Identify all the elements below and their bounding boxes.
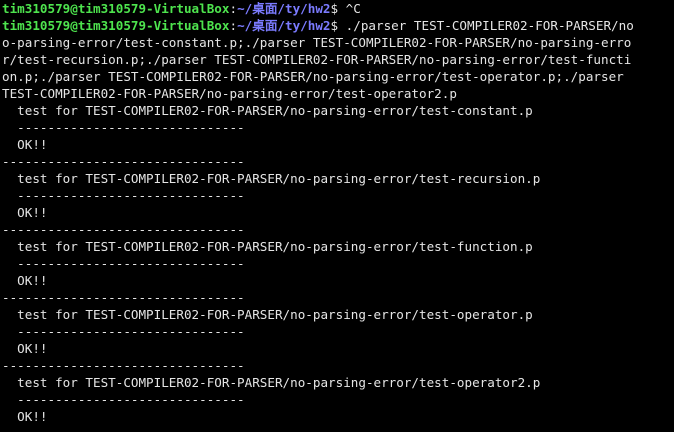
output-ok: OK!! (2, 137, 48, 152)
output-line: test for TEST-COMPILER02-FOR-PARSER/no-p… (2, 307, 533, 322)
command-continuation: r/test-recursion.p;./parser TEST-COMPILE… (2, 52, 632, 67)
output-separator: -------------------------------- (2, 154, 245, 169)
output-line: test for TEST-COMPILER02-FOR-PARSER/no-p… (2, 103, 533, 118)
output-line: test for TEST-COMPILER02-FOR-PARSER/no-p… (2, 171, 541, 186)
output-separator: ------------------------------ (2, 392, 245, 407)
prompt-user-host: tim310579@tim310579-VirtualBox (2, 18, 230, 33)
prompt-cwd: ~/桌面/ty/hw2 (237, 1, 331, 16)
output-ok: OK!! (2, 273, 48, 288)
command-continuation: o-parsing-error/test-constant.p;./parser… (2, 35, 632, 50)
terminal-window[interactable]: tim310579@tim310579-VirtualBox:~/桌面/ty/h… (0, 0, 674, 432)
prompt-symbol: $ (330, 1, 346, 16)
command-continuation: TEST-COMPILER02-FOR-PARSER/no-parsing-er… (2, 86, 457, 101)
output-ok: OK!! (2, 409, 48, 424)
output-separator: ------------------------------ (2, 120, 245, 135)
prompt-command: ^C (345, 1, 361, 16)
prompt-symbol: $ (330, 18, 346, 33)
output-separator: ------------------------------ (2, 256, 245, 271)
output-separator: ------------------------------ (2, 324, 245, 339)
command-continuation: on.p;./parser TEST-COMPILER02-FOR-PARSER… (2, 69, 624, 84)
prompt-line: tim310579@tim310579-VirtualBox:~/桌面/ty/h… (2, 0, 674, 17)
output-line: test for TEST-COMPILER02-FOR-PARSER/no-p… (2, 375, 541, 390)
output-ok: OK!! (2, 341, 48, 356)
output-line: test for TEST-COMPILER02-FOR-PARSER/no-p… (2, 239, 533, 254)
output-separator: -------------------------------- (2, 222, 245, 237)
output-ok: OK!! (2, 205, 48, 220)
prompt-user-host: tim310579@tim310579-VirtualBox (2, 1, 230, 16)
prompt-line: tim310579@tim310579-VirtualBox:~/桌面/ty/h… (2, 17, 674, 34)
output-separator: -------------------------------- (2, 358, 245, 373)
prompt-cwd: ~/桌面/ty/hw2 (237, 18, 331, 33)
prompt-command[interactable]: ./parser TEST-COMPILER02-FOR-PARSER/no (346, 18, 634, 33)
output-separator: -------------------------------- (2, 290, 245, 305)
prompt-separator: : (229, 1, 238, 16)
output-separator: ------------------------------ (2, 188, 245, 203)
prompt-separator: : (229, 18, 238, 33)
